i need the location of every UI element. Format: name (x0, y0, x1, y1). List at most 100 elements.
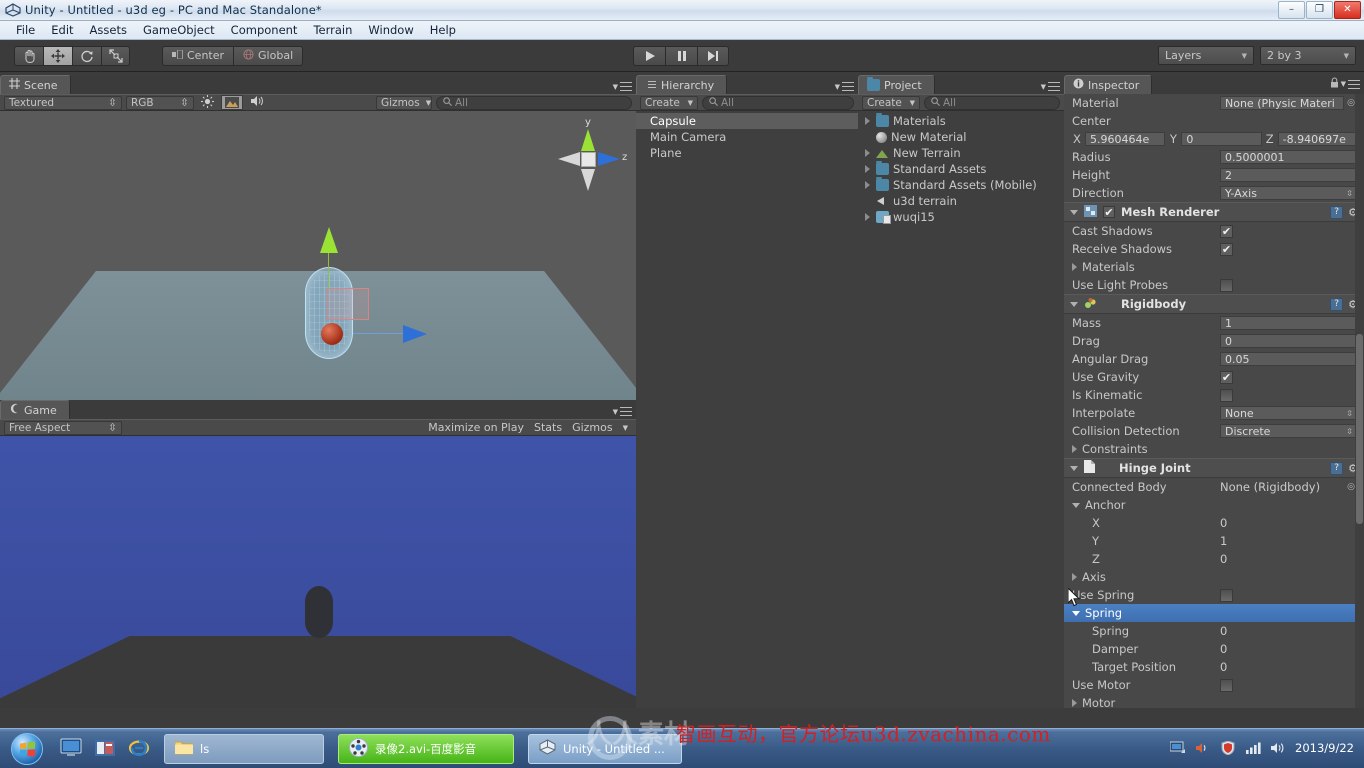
inspector-content[interactable]: Material None (Physic Materi ◎ Center X … (1064, 94, 1364, 708)
tab-hierarchy[interactable]: Hierarchy (636, 75, 728, 94)
menu-edit[interactable]: Edit (43, 22, 81, 38)
light-probes-checkbox[interactable] (1220, 278, 1233, 292)
hierarchy-item-capsule[interactable]: Capsule (636, 113, 858, 129)
y-axis-move-handle[interactable] (320, 227, 338, 253)
show-desktop-icon[interactable] (60, 738, 82, 760)
materials-row[interactable]: Materials (1064, 258, 1364, 276)
z-axis-move-handle[interactable] (403, 325, 427, 343)
target-position-field[interactable]: 0 (1220, 660, 1358, 674)
game-viewport[interactable] (0, 436, 636, 708)
mass-field[interactable]: 1 (1220, 316, 1358, 330)
stats-toggle[interactable]: Stats (534, 421, 562, 434)
pivot-mode-button[interactable]: Center (162, 45, 234, 66)
signal-bars-icon[interactable] (1245, 741, 1261, 756)
is-kinematic-checkbox[interactable] (1220, 388, 1233, 402)
foldout-icon[interactable] (1072, 573, 1077, 581)
foldout-icon[interactable] (1072, 502, 1080, 508)
play-button[interactable] (633, 45, 665, 66)
maximize-button[interactable]: ❐ (1306, 0, 1333, 19)
foldout-icon[interactable] (1072, 699, 1077, 707)
foldout-icon[interactable] (1072, 263, 1077, 271)
game-tab-menu[interactable]: ▼ (613, 407, 632, 416)
collider-height-field[interactable]: 2 (1220, 168, 1358, 182)
spring-group-row[interactable]: Spring (1064, 604, 1364, 622)
scene-viewport[interactable]: y z (0, 111, 636, 400)
anchor-x-field[interactable]: 0 (1220, 516, 1358, 530)
tab-project[interactable]: Project (858, 75, 935, 94)
scene-fx-toggle[interactable] (221, 95, 243, 110)
help-icon[interactable]: ? (1330, 297, 1344, 311)
use-spring-checkbox[interactable] (1220, 588, 1233, 602)
anchor-y-field[interactable]: 1 (1220, 534, 1358, 548)
use-gravity-checkbox[interactable]: ✔ (1220, 370, 1233, 384)
project-tab-menu[interactable]: ▼ (1041, 82, 1060, 91)
axis-gizmo-y-cone[interactable] (581, 129, 595, 151)
internet-explorer-icon[interactable] (128, 738, 150, 760)
mesh-renderer-header[interactable]: ✔ Mesh Renderer ? ⚙ (1064, 202, 1364, 222)
expand-triangle-icon[interactable] (862, 181, 872, 189)
receive-shadows-checkbox[interactable]: ✔ (1220, 242, 1233, 256)
menu-help[interactable]: Help (422, 22, 464, 38)
hierarchy-item-plane[interactable]: Plane (636, 145, 858, 161)
rotation-mode-button[interactable]: Global (233, 45, 304, 66)
anchor-row[interactable]: Anchor (1064, 496, 1364, 514)
taskbar-item-ls[interactable]: ls (164, 733, 324, 764)
center-y-field[interactable]: 0 (1181, 132, 1262, 146)
pause-button[interactable] (665, 45, 697, 66)
tab-scene[interactable]: Scene (0, 75, 71, 94)
chevron-down-icon[interactable]: ▼ (623, 424, 628, 432)
spring-field[interactable]: 0 (1220, 624, 1358, 638)
anchor-foldout[interactable]: Anchor (1072, 498, 1220, 512)
media-player-icon[interactable] (94, 738, 116, 760)
gizmos-dropdown[interactable]: Gizmos ▼ (376, 95, 432, 110)
foldout-icon[interactable] (1070, 301, 1078, 307)
project-item-standard-assets-mobile[interactable]: Standard Assets (Mobile) (858, 177, 1064, 193)
foldout-icon[interactable] (1070, 209, 1078, 215)
close-button[interactable]: ✕ (1334, 0, 1361, 19)
expand-triangle-icon[interactable] (862, 117, 872, 125)
menu-window[interactable]: Window (360, 22, 421, 38)
menu-component[interactable]: Component (223, 22, 306, 38)
center-x-field[interactable]: 5.960464e (1085, 132, 1166, 146)
help-icon[interactable]: ? (1330, 205, 1344, 219)
menu-assets[interactable]: Assets (82, 22, 135, 38)
inspector-scrollbar-track[interactable] (1355, 94, 1364, 708)
scene-audio-toggle[interactable] (247, 95, 267, 110)
project-item-standard-assets[interactable]: Standard Assets (858, 161, 1064, 177)
lock-icon[interactable] (1330, 77, 1339, 91)
use-motor-checkbox[interactable] (1220, 678, 1233, 692)
draw-mode-dropdown[interactable]: Textured ⇳ (4, 95, 122, 110)
scene-axis-gizmo[interactable]: y z (552, 117, 627, 197)
foldout-icon[interactable] (1072, 610, 1080, 616)
step-button[interactable] (697, 45, 729, 66)
expand-triangle-icon[interactable] (862, 213, 872, 221)
maximize-on-play-toggle[interactable]: Maximize on Play (428, 421, 524, 434)
minimize-button[interactable]: – (1278, 0, 1305, 19)
project-item-u3d-terrain[interactable]: u3d terrain (858, 193, 1064, 209)
connected-body-field[interactable]: None (Rigidbody) (1220, 480, 1344, 494)
render-mode-dropdown[interactable]: RGB ⇳ (126, 95, 194, 110)
aspect-dropdown[interactable]: Free Aspect ⇳ (4, 420, 122, 435)
spring-foldout[interactable]: Spring (1072, 606, 1220, 620)
game-gizmos-dropdown[interactable]: Gizmos (572, 421, 613, 434)
project-create-button[interactable]: Create ▼ (862, 95, 920, 110)
drag-field[interactable]: 0 (1220, 334, 1358, 348)
clock-date[interactable]: 2013/9/22 (1295, 742, 1354, 755)
collision-detection-dropdown[interactable]: Discrete ⇳ (1220, 424, 1358, 438)
menu-file[interactable]: File (8, 22, 43, 38)
move-tool-button[interactable] (43, 45, 72, 66)
project-list[interactable]: Materials New Material New Terrain Stand… (858, 111, 1064, 708)
mesh-renderer-enabled-checkbox[interactable]: ✔ (1103, 206, 1115, 219)
menu-terrain[interactable]: Terrain (305, 22, 360, 38)
hierarchy-item-main-camera[interactable]: Main Camera (636, 129, 858, 145)
axis-gizmo-center[interactable] (581, 152, 596, 167)
help-icon[interactable]: ? (1330, 461, 1344, 475)
hierarchy-tab-menu[interactable]: ▼ (835, 82, 854, 91)
speaker-icon[interactable] (1270, 741, 1286, 756)
anchor-z-field[interactable]: 0 (1220, 552, 1358, 566)
scene-lighting-toggle[interactable] (198, 94, 217, 111)
hierarchy-list[interactable]: Capsule Main Camera Plane (636, 111, 858, 708)
tab-game[interactable]: Game (0, 400, 70, 419)
network-monitor-icon[interactable] (1169, 741, 1186, 756)
expand-triangle-icon[interactable] (862, 149, 872, 157)
